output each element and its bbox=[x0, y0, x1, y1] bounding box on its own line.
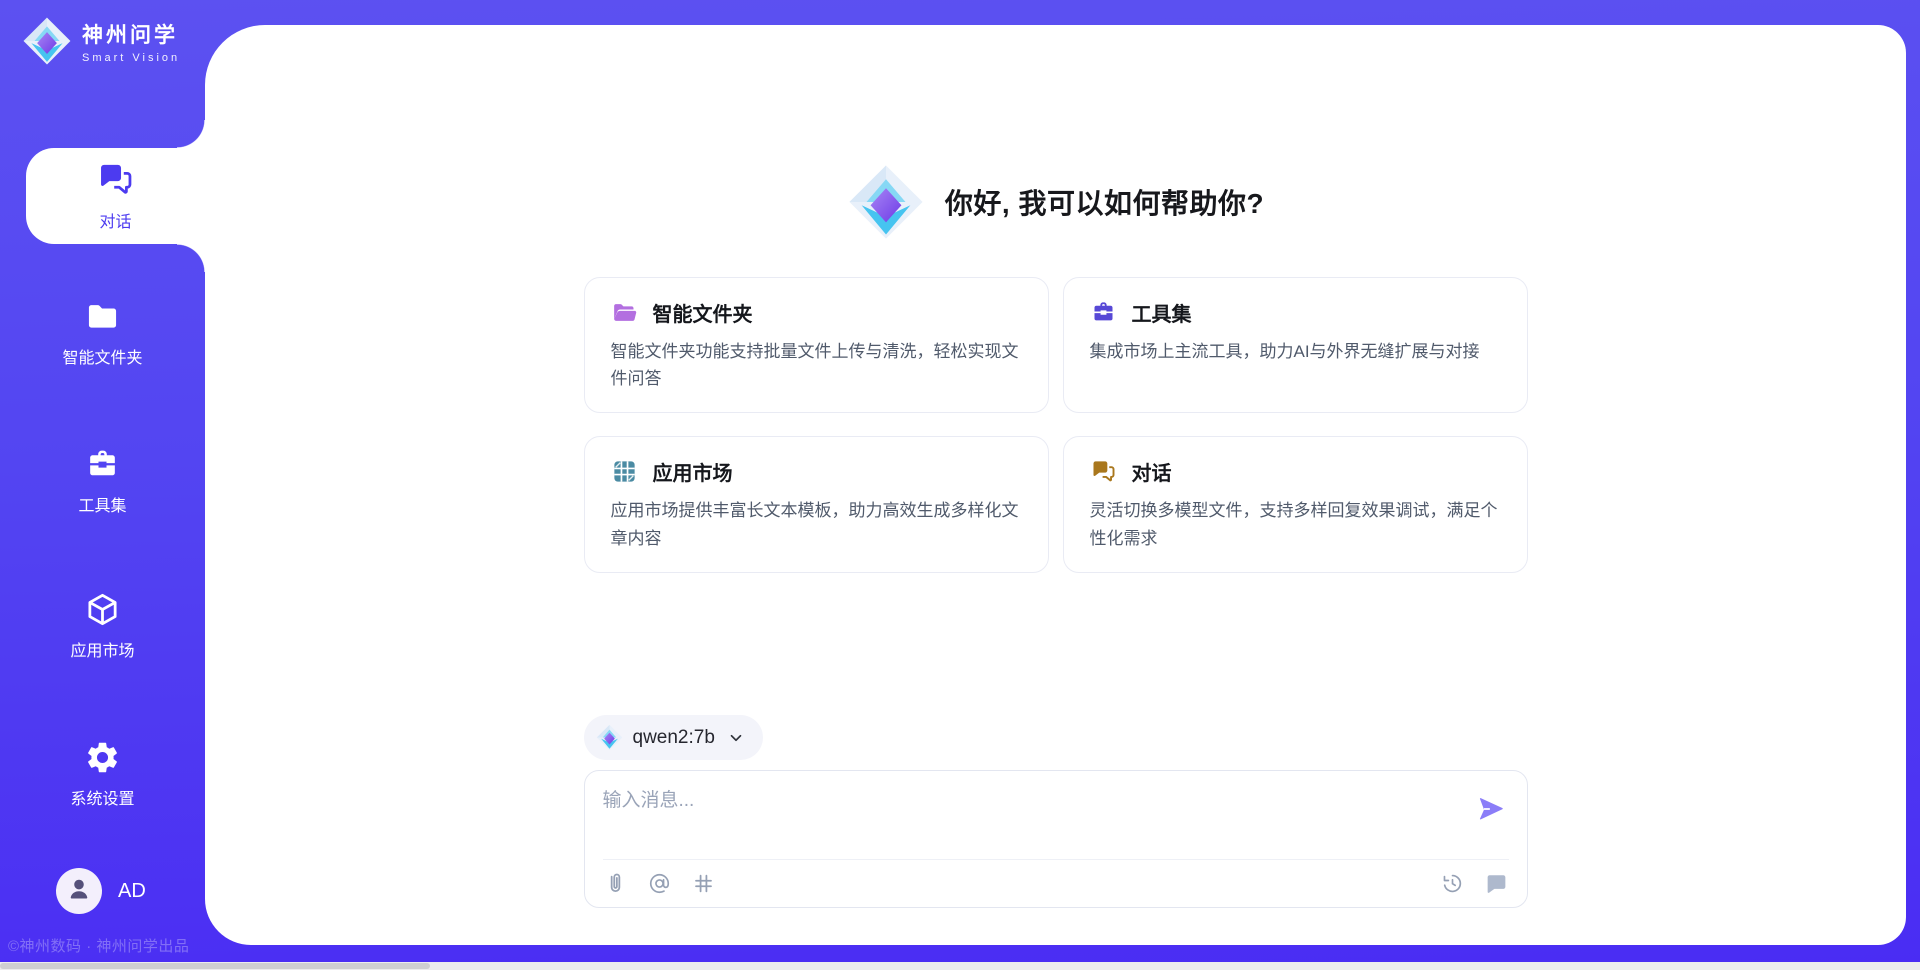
mention-icon[interactable] bbox=[647, 871, 672, 896]
sidebar: 神州问学 Smart Vision 对话 智能文件夹 工具集 应用市场 系统设置… bbox=[0, 0, 205, 970]
sidebar-item-folders[interactable]: 智能文件夹 bbox=[0, 292, 205, 374]
greeting-text: 你好, 我可以如何帮助你? bbox=[945, 182, 1264, 222]
chevron-down-icon bbox=[727, 729, 745, 747]
card-description: 应用市场提供丰富长文本模板，助力高效生成多样化文章内容 bbox=[611, 497, 1022, 551]
feature-card-app-market[interactable]: 应用市场 应用市场提供丰富长文本模板，助力高效生成多样化文章内容 bbox=[584, 436, 1049, 572]
sidebar-item-label: 工具集 bbox=[78, 492, 126, 516]
card-description: 智能文件夹功能支持批量文件上传与清洗，轻松实现文件问答 bbox=[611, 338, 1022, 392]
message-composer bbox=[584, 770, 1528, 908]
assistant-logo-icon bbox=[847, 163, 925, 241]
history-icon[interactable] bbox=[1440, 871, 1465, 896]
chat-icon bbox=[1090, 458, 1117, 485]
hash-icon[interactable] bbox=[691, 871, 716, 896]
avatar[interactable] bbox=[56, 868, 102, 914]
send-icon[interactable] bbox=[1477, 795, 1505, 823]
feature-card-chat[interactable]: 对话 灵活切换多模型文件，支持多样回复效果调试，满足个性化需求 bbox=[1063, 436, 1528, 572]
quick-reply-icon[interactable] bbox=[1484, 871, 1509, 896]
scrollbar-thumb[interactable] bbox=[0, 963, 430, 969]
briefcase-icon bbox=[84, 446, 121, 483]
card-title: 对话 bbox=[1132, 457, 1172, 486]
brand-subtitle: Smart Vision bbox=[82, 52, 180, 64]
brand-name: 神州问学 bbox=[82, 19, 180, 49]
card-title: 智能文件夹 bbox=[653, 298, 753, 327]
card-title: 工具集 bbox=[1132, 298, 1192, 327]
card-title: 应用市场 bbox=[653, 457, 733, 486]
sidebar-item-chat[interactable]: 对话 bbox=[26, 148, 205, 244]
cube-icon bbox=[84, 591, 121, 628]
card-description: 集成市场上主流工具，助力AI与外界无缝扩展与对接 bbox=[1090, 338, 1501, 365]
model-logo-icon bbox=[596, 724, 623, 751]
gear-icon bbox=[84, 739, 121, 776]
feature-cards: 智能文件夹 智能文件夹功能支持批量文件上传与清洗，轻松实现文件问答 工具集 集成… bbox=[584, 277, 1528, 573]
brand: 神州问学 Smart Vision bbox=[22, 16, 180, 66]
sidebar-item-label: 应用市场 bbox=[70, 637, 134, 661]
briefcase-icon bbox=[1090, 299, 1117, 326]
greeting: 你好, 我可以如何帮助你? bbox=[584, 163, 1528, 241]
folder-icon bbox=[84, 298, 121, 335]
horizontal-scrollbar bbox=[0, 962, 1920, 970]
sidebar-item-label: 对话 bbox=[99, 208, 131, 232]
sidebar-item-settings[interactable]: 系统设置 bbox=[0, 732, 205, 816]
sidebar-item-toolset[interactable]: 工具集 bbox=[0, 440, 205, 522]
main-panel: 你好, 我可以如何帮助你? 智能文件夹 智能文件夹功能支持批量文件上传与清洗，轻… bbox=[205, 25, 1906, 945]
sidebar-item-label: 智能文件夹 bbox=[62, 344, 142, 368]
user-name: AD bbox=[118, 880, 146, 903]
feature-card-smart-folder[interactable]: 智能文件夹 智能文件夹功能支持批量文件上传与清洗，轻松实现文件问答 bbox=[584, 277, 1049, 413]
sidebar-item-label: 系统设置 bbox=[70, 785, 134, 809]
sidebar-footer: ©神州数码 · 神州问学出品 bbox=[8, 935, 198, 956]
message-input[interactable] bbox=[603, 785, 1373, 845]
sidebar-item-market[interactable]: 应用市场 bbox=[0, 584, 205, 668]
model-name: qwen2:7b bbox=[633, 727, 715, 749]
composer-toolbar bbox=[603, 859, 1509, 907]
folder-open-icon bbox=[611, 299, 638, 326]
feature-card-toolset[interactable]: 工具集 集成市场上主流工具，助力AI与外界无缝扩展与对接 bbox=[1063, 277, 1528, 413]
model-selector[interactable]: qwen2:7b bbox=[584, 715, 763, 760]
attach-icon[interactable] bbox=[603, 871, 628, 896]
grid-icon bbox=[611, 458, 638, 485]
card-description: 灵活切换多模型文件，支持多样回复效果调试，满足个性化需求 bbox=[1090, 497, 1501, 551]
chat-icon bbox=[96, 160, 135, 199]
brand-logo-icon bbox=[22, 16, 72, 66]
app-window: 神州问学 Smart Vision 对话 智能文件夹 工具集 应用市场 系统设置… bbox=[0, 0, 1920, 970]
user-row: AD bbox=[56, 868, 146, 914]
person-icon bbox=[64, 874, 94, 909]
